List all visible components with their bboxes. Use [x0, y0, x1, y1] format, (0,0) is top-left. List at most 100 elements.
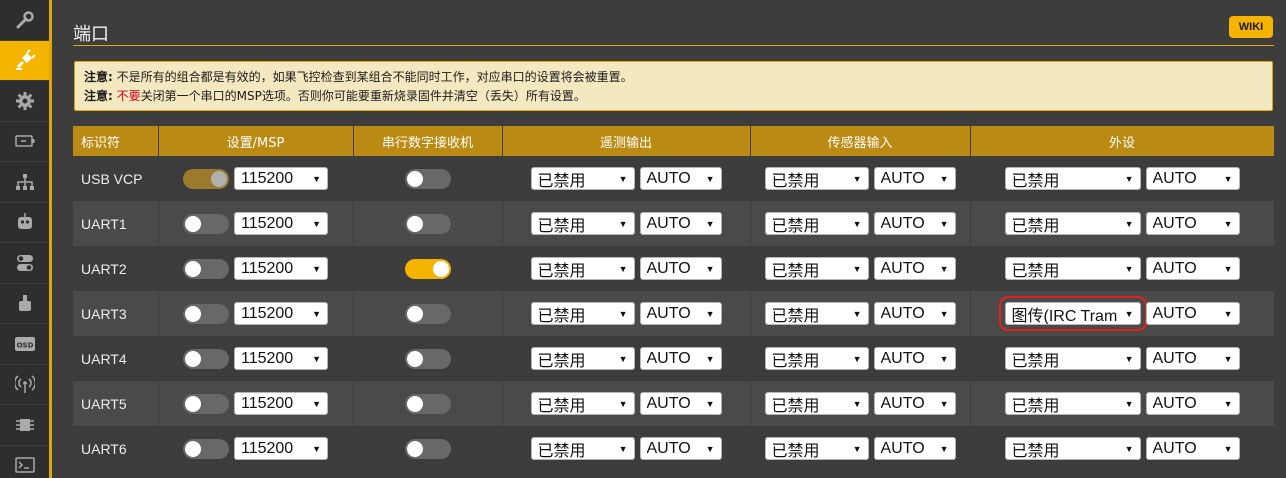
telemetry-baud-select[interactable]: AUTO ▼: [639, 212, 722, 235]
telemetry-baud-select[interactable]: AUTO ▼: [639, 167, 722, 190]
peripheral-select[interactable]: 图传(IRC Tram ▼: [998, 296, 1147, 331]
msp-baud-select[interactable]: 115200 ▼: [234, 437, 328, 460]
serial-rx-toggle[interactable]: [404, 438, 451, 459]
sensor-select[interactable]: 已禁用 ▼: [764, 257, 869, 280]
serial-rx-toggle[interactable]: [404, 348, 451, 369]
sidebar-item-chip[interactable]: [0, 405, 49, 446]
peripheral-baud-select[interactable]: AUTO ▼: [1145, 257, 1240, 280]
peripheral-select[interactable]: 已禁用 ▼: [1004, 212, 1141, 235]
msp-baud-select[interactable]: 115200 ▼: [234, 167, 328, 190]
sidebar-item-osd[interactable]: OSD: [0, 324, 49, 365]
sensor-controls: 已禁用 ▼ AUTO ▼: [751, 257, 970, 280]
telemetry-baud-select[interactable]: AUTO ▼: [639, 347, 722, 370]
sensor-baud-select[interactable]: AUTO ▼: [873, 347, 956, 370]
sensor-cell: 已禁用 ▼ AUTO ▼: [750, 426, 971, 471]
dropdown-arrow-icon: ▼: [1124, 218, 1134, 229]
peripheral-baud-select[interactable]: AUTO ▼: [1145, 302, 1240, 325]
msp-baud-select[interactable]: 115200 ▼: [234, 212, 328, 235]
sidebar-item-network[interactable]: [0, 162, 49, 203]
serial-rx-toggle[interactable]: [404, 303, 451, 324]
telemetry-select[interactable]: 已禁用 ▼: [530, 392, 635, 415]
msp-toggle[interactable]: [183, 258, 229, 279]
sidebar-item-terminal[interactable]: [0, 446, 49, 478]
msp-baud-select[interactable]: 115200 ▼: [234, 302, 328, 325]
telemetry-select[interactable]: 已禁用 ▼: [530, 167, 635, 190]
sidebar-item-battery[interactable]: [0, 122, 49, 162]
sensor-select[interactable]: 已禁用 ▼: [764, 392, 869, 415]
telemetry-select[interactable]: 已禁用 ▼: [530, 347, 635, 370]
sensor-baud-select[interactable]: AUTO ▼: [873, 212, 956, 235]
peripheral-baud-select[interactable]: AUTO ▼: [1145, 437, 1240, 460]
telemetry-select[interactable]: 已禁用 ▼: [530, 212, 635, 235]
peripheral-select[interactable]: 已禁用 ▼: [1004, 167, 1141, 190]
peripheral-baud-select[interactable]: AUTO ▼: [1145, 392, 1240, 415]
sensor-baud-select[interactable]: AUTO ▼: [873, 257, 956, 280]
telemetry-baud-select[interactable]: AUTO ▼: [639, 257, 722, 280]
telemetry-baud-select[interactable]: AUTO ▼: [639, 437, 722, 460]
sidebar-item-switches[interactable]: [0, 243, 49, 284]
select-value: AUTO: [880, 214, 925, 232]
msp-cell: 115200 ▼: [158, 336, 354, 381]
sidebar-item-plug[interactable]: [0, 40, 49, 81]
peripheral-select[interactable]: 已禁用 ▼: [1004, 347, 1141, 370]
sensor-select[interactable]: 已禁用 ▼: [764, 212, 869, 235]
select-value: AUTO: [646, 169, 691, 187]
peripheral-baud-select[interactable]: AUTO ▼: [1145, 167, 1240, 190]
sensor-select[interactable]: 已禁用 ▼: [764, 437, 869, 460]
msp-toggle[interactable]: [183, 168, 229, 189]
msp-controls: 115200 ▼: [159, 212, 353, 235]
telemetry-select[interactable]: 已禁用 ▼: [530, 257, 635, 280]
serial-rx-toggle[interactable]: [404, 258, 451, 279]
select-value: AUTO: [880, 439, 925, 457]
sensor-baud-select[interactable]: AUTO ▼: [873, 167, 956, 190]
telemetry-select[interactable]: 已禁用 ▼: [530, 302, 635, 325]
peripheral-baud-select[interactable]: AUTO ▼: [1145, 212, 1240, 235]
port-identifier: UART4: [73, 336, 159, 381]
serial-rx-toggle[interactable]: [404, 393, 451, 414]
msp-toggle[interactable]: [183, 393, 229, 414]
sensor-select[interactable]: 已禁用 ▼: [764, 347, 869, 370]
msp-baud-select[interactable]: 115200 ▼: [234, 392, 328, 415]
antenna-icon: [14, 374, 35, 394]
sensor-select[interactable]: 已禁用 ▼: [764, 167, 869, 190]
msp-baud-select[interactable]: 115200 ▼: [234, 347, 328, 370]
telemetry-controls: 已禁用 ▼ AUTO ▼: [503, 392, 750, 415]
sensor-controls: 已禁用 ▼ AUTO ▼: [751, 302, 970, 325]
msp-toggle[interactable]: [183, 303, 229, 324]
msp-baud-select[interactable]: 115200 ▼: [234, 257, 328, 280]
peripheral-select[interactable]: 已禁用 ▼: [1004, 257, 1141, 280]
peripheral-baud-select[interactable]: AUTO ▼: [1145, 347, 1240, 370]
sensor-select[interactable]: 已禁用 ▼: [764, 302, 869, 325]
telemetry-controls: 已禁用 ▼ AUTO ▼: [503, 437, 750, 460]
sidebar-item-motor[interactable]: [0, 284, 49, 324]
msp-toggle[interactable]: [183, 438, 229, 459]
dropdown-arrow-icon: ▼: [939, 308, 949, 319]
telemetry-select[interactable]: 已禁用 ▼: [530, 437, 635, 460]
dropdown-arrow-icon: ▼: [312, 218, 321, 229]
sensor-controls: 已禁用 ▼ AUTO ▼: [751, 167, 970, 190]
msp-toggle[interactable]: [183, 348, 229, 369]
wiki-button[interactable]: WIKI: [1229, 16, 1273, 38]
serial-rx-toggle[interactable]: [404, 168, 451, 189]
sensor-baud-select[interactable]: AUTO ▼: [873, 302, 956, 325]
peripheral-select[interactable]: 已禁用 ▼: [1004, 392, 1141, 415]
select-value: 已禁用: [771, 307, 820, 325]
peripheral-cell: 已禁用 ▼ AUTO ▼: [970, 381, 1275, 426]
sidebar-item-antenna[interactable]: [0, 365, 49, 405]
sidebar-item-gear[interactable]: [0, 81, 49, 122]
telemetry-cell: 已禁用 ▼ AUTO ▼: [502, 246, 751, 291]
dropdown-arrow-icon: ▼: [852, 443, 862, 454]
notice-line-2: 注意: 不要关闭第一个串口的MSP选项。否则你可能要重新烧录固件并清空（丢失）所…: [84, 87, 1263, 106]
telemetry-cell: 已禁用 ▼ AUTO ▼: [502, 381, 751, 426]
serial-rx-toggle[interactable]: [404, 213, 451, 234]
sensor-baud-select[interactable]: AUTO ▼: [873, 392, 956, 415]
sidebar-item-wrench[interactable]: [0, 0, 49, 41]
sidebar-item-robot[interactable]: [0, 203, 49, 243]
telemetry-baud-select[interactable]: AUTO ▼: [639, 392, 722, 415]
telemetry-baud-select[interactable]: AUTO ▼: [639, 302, 722, 325]
dropdown-arrow-icon: ▼: [312, 398, 321, 409]
msp-toggle[interactable]: [183, 213, 229, 234]
sensor-baud-select[interactable]: AUTO ▼: [873, 437, 956, 460]
table-row: UART2 115200 ▼ 已禁用 ▼ AUTO ▼ 已禁用 ▼ AUTO ▼ 已禁用 ▼ AUTO ▼: [73, 246, 1275, 291]
peripheral-select[interactable]: 已禁用 ▼: [1004, 437, 1141, 460]
